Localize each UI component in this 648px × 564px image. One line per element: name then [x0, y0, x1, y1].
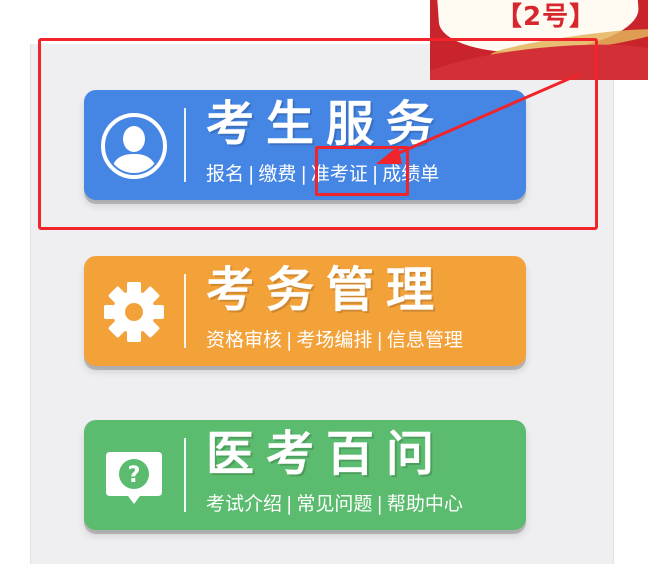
top-banner-image: 【2号】: [430, 0, 648, 80]
link-help-center[interactable]: 帮助中心: [387, 493, 463, 515]
card-divider: [184, 108, 186, 182]
card-links: 报名 | 缴费 | 准考证 | 成绩单: [206, 163, 440, 185]
link-common-questions[interactable]: 常见问题: [296, 493, 372, 515]
card-title: 医考百问: [206, 426, 447, 482]
card-title: 考生服务: [206, 96, 447, 152]
gear-icon: [98, 276, 170, 348]
svg-text:?: ?: [128, 463, 141, 488]
card-divider: [184, 438, 186, 512]
link-admission-ticket[interactable]: 准考证: [311, 163, 368, 185]
card-links: 资格审核 | 考场编排 | 信息管理: [206, 329, 463, 351]
link-exam-introduction[interactable]: 考试介绍: [206, 493, 282, 515]
link-payment[interactable]: 缴费: [258, 163, 296, 185]
card-title: 考务管理: [206, 262, 447, 318]
link-qualification-review[interactable]: 资格审核: [206, 329, 282, 351]
link-exam-room-arrangement[interactable]: 考场编排: [296, 329, 372, 351]
card-links: 考试介绍 | 常见问题 | 帮助中心: [206, 493, 463, 515]
card-divider: [184, 274, 186, 348]
link-score-report[interactable]: 成绩单: [382, 163, 439, 185]
help-bubble-icon: ?: [98, 440, 170, 512]
user-avatar-icon: [98, 110, 170, 182]
link-information-management[interactable]: 信息管理: [387, 329, 463, 351]
medical-exam-faq-card[interactable]: ? 医考百问 考试介绍 | 常见问题 | 帮助中心: [84, 420, 526, 530]
exam-candidate-service-card[interactable]: 考生服务 报名 | 缴费 | 准考证 | 成绩单: [84, 90, 526, 200]
banner-label: 【2号】: [496, 2, 597, 32]
link-registration[interactable]: 报名: [206, 163, 244, 185]
exam-affairs-management-card[interactable]: 考务管理 资格审核 | 考场编排 | 信息管理: [84, 256, 526, 366]
